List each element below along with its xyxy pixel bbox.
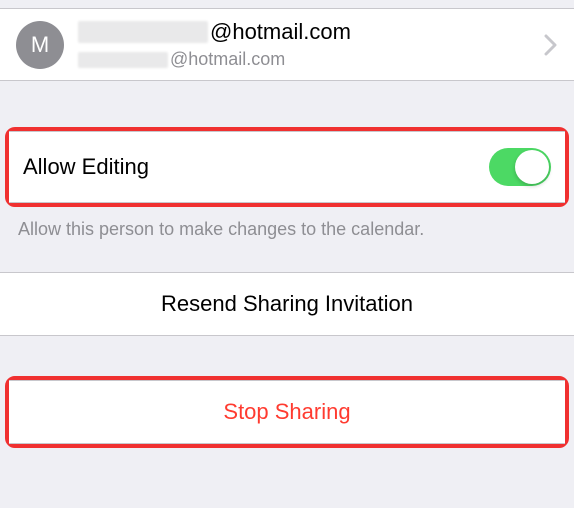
redacted-name-small bbox=[78, 52, 168, 68]
allow-editing-row[interactable]: Allow Editing bbox=[9, 131, 565, 203]
contact-secondary-suffix: @hotmail.com bbox=[170, 49, 285, 70]
resend-group: Resend Sharing Invitation bbox=[0, 272, 574, 336]
allow-editing-label: Allow Editing bbox=[23, 154, 149, 180]
redacted-name bbox=[78, 21, 208, 43]
resend-label: Resend Sharing Invitation bbox=[161, 291, 413, 316]
contact-secondary-email: @hotmail.com bbox=[78, 49, 536, 70]
avatar-initial: M bbox=[31, 32, 49, 58]
contact-info: @hotmail.com @hotmail.com bbox=[78, 19, 536, 70]
contact-primary-suffix: @hotmail.com bbox=[210, 19, 351, 45]
contact-row[interactable]: M @hotmail.com @hotmail.com bbox=[0, 8, 574, 81]
stop-sharing-button[interactable]: Stop Sharing bbox=[9, 380, 565, 444]
stop-sharing-group: Stop Sharing bbox=[5, 376, 569, 448]
stop-sharing-label: Stop Sharing bbox=[223, 399, 350, 424]
toggle-knob bbox=[515, 150, 549, 184]
resend-sharing-button[interactable]: Resend Sharing Invitation bbox=[0, 272, 574, 336]
allow-editing-group: Allow Editing bbox=[5, 127, 569, 207]
avatar: M bbox=[16, 21, 64, 69]
allow-editing-toggle[interactable] bbox=[489, 148, 551, 186]
allow-editing-footer: Allow this person to make changes to the… bbox=[0, 207, 574, 240]
chevron-right-icon bbox=[544, 34, 558, 56]
contact-primary-email: @hotmail.com bbox=[78, 19, 536, 45]
